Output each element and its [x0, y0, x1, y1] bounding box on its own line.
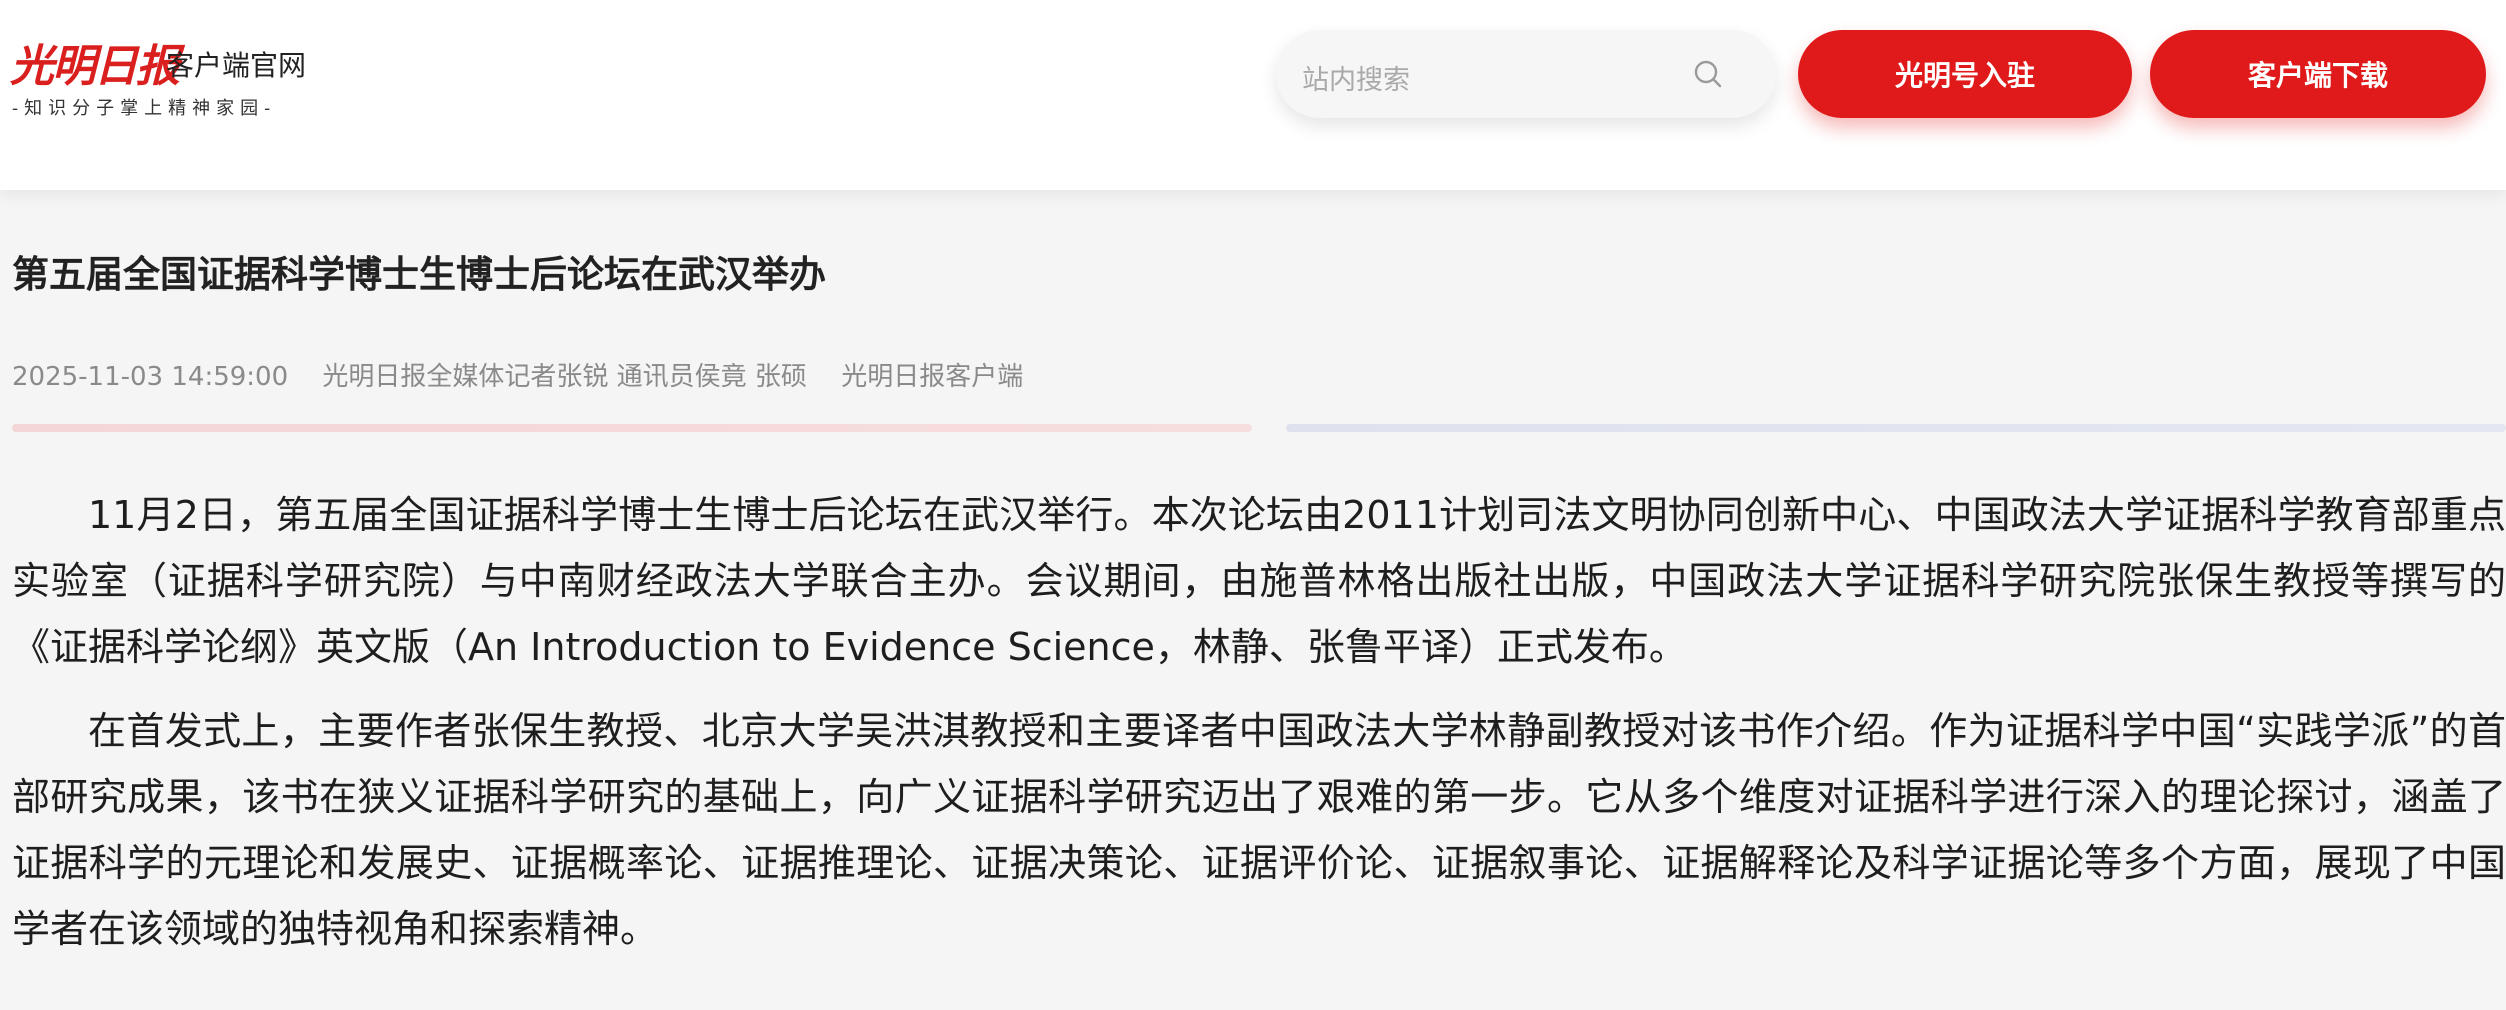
download-app-button[interactable]: 客户端下载: [2150, 30, 2486, 118]
article-source: 光明日报客户端: [841, 362, 1024, 392]
site-logo[interactable]: 光明日报 客户端官网 -知识分子掌上精神家园-: [10, 28, 330, 119]
article-body: 11月2日，第五届全国证据科学博士生博士后论坛在武汉举行。本次论坛由2011计划…: [12, 482, 2506, 980]
logo-subtitle: 客户端官网: [166, 49, 307, 82]
article-paragraph: 11月2日，第五届全国证据科学博士生博士后论坛在武汉举行。本次论坛由2011计划…: [12, 493, 2506, 669]
site-header: 光明日报 客户端官网 -知识分子掌上精神家园- 站内搜索 光明号入驻 客户端下载: [0, 0, 2506, 190]
article-datetime: 2025-11-03 14:59:00: [12, 362, 289, 392]
logo-slogan: -知识分子掌上精神家园-: [12, 98, 277, 119]
article-title: 第五届全国证据科学博士生博士后论坛在武汉举办: [12, 252, 826, 296]
article-author: 光明日报全媒体记者张锐 通讯员侯竟 张硕: [322, 362, 807, 392]
divider-right: [1286, 424, 2506, 432]
article-paragraph: 在首发式上，主要作者张保生教授、北京大学吴洪淇教授和主要译者中国政法大学林静副教…: [12, 709, 2506, 951]
article-meta: 2025-11-03 14:59:00 光明日报全媒体记者张锐 通讯员侯竟 张硕…: [12, 356, 1049, 393]
join-button[interactable]: 光明号入驻: [1798, 30, 2132, 118]
divider-left: [12, 424, 1252, 432]
search-box[interactable]: 站内搜索: [1276, 30, 1776, 118]
search-icon[interactable]: [1690, 56, 1726, 92]
logo-calligraphy: 光明日报: [10, 41, 180, 92]
search-input[interactable]: 站内搜索: [1302, 58, 1410, 97]
